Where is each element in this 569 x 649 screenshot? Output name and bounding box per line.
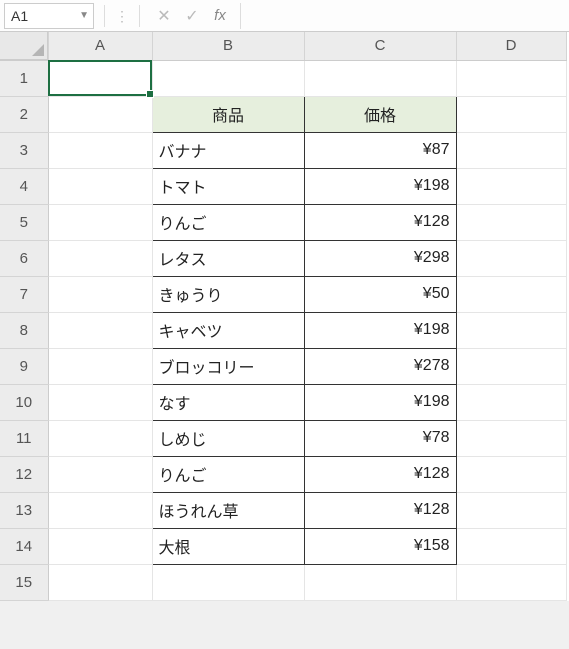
cell[interactable] <box>48 204 152 240</box>
cell[interactable] <box>48 240 152 276</box>
cell-C1[interactable] <box>304 60 456 96</box>
col-header-A[interactable]: A <box>48 32 152 60</box>
table-header-product[interactable]: 商品 <box>152 96 304 132</box>
cell-A1[interactable] <box>48 60 152 96</box>
formula-bar: A1 ▼ ⋮ ✕ ✓ fx <box>0 0 569 32</box>
separator <box>139 5 140 27</box>
cell[interactable] <box>48 420 152 456</box>
table-cell-product[interactable]: ブロッコリー <box>152 348 304 384</box>
row-header[interactable]: 14 <box>0 528 48 564</box>
cell-A2[interactable] <box>48 96 152 132</box>
row-header[interactable]: 4 <box>0 168 48 204</box>
table-header-price[interactable]: 価格 <box>304 96 456 132</box>
cell[interactable] <box>456 240 566 276</box>
separator <box>104 5 105 27</box>
row-header[interactable]: 9 <box>0 348 48 384</box>
table-cell-price[interactable]: ¥198 <box>304 168 456 204</box>
table-cell-price[interactable]: ¥198 <box>304 312 456 348</box>
table-cell-price[interactable]: ¥158 <box>304 528 456 564</box>
col-header-B[interactable]: B <box>152 32 304 60</box>
table-cell-price[interactable]: ¥87 <box>304 132 456 168</box>
row-header[interactable]: 8 <box>0 312 48 348</box>
table-cell-price[interactable]: ¥78 <box>304 420 456 456</box>
table-cell-price[interactable]: ¥278 <box>304 348 456 384</box>
fx-icon[interactable]: fx <box>206 7 234 24</box>
cell[interactable] <box>48 492 152 528</box>
table-cell-price[interactable]: ¥128 <box>304 204 456 240</box>
table-cell-product[interactable]: 大根 <box>152 528 304 564</box>
table-cell-product[interactable]: ほうれん草 <box>152 492 304 528</box>
cell[interactable] <box>48 132 152 168</box>
col-header-D[interactable]: D <box>456 32 566 60</box>
cell[interactable] <box>304 564 456 600</box>
table-cell-product[interactable]: りんご <box>152 204 304 240</box>
cell[interactable] <box>48 312 152 348</box>
chevron-down-icon[interactable]: ▼ <box>79 10 89 21</box>
table-cell-price[interactable]: ¥128 <box>304 492 456 528</box>
cell[interactable] <box>456 420 566 456</box>
cell-D1[interactable] <box>456 60 566 96</box>
cell[interactable] <box>48 168 152 204</box>
table-cell-product[interactable]: レタス <box>152 240 304 276</box>
cell-B1[interactable] <box>152 60 304 96</box>
cell[interactable] <box>456 312 566 348</box>
row-header[interactable]: 15 <box>0 564 48 600</box>
table-cell-price[interactable]: ¥298 <box>304 240 456 276</box>
confirm-icon: ✓ <box>178 6 206 26</box>
cell[interactable] <box>48 384 152 420</box>
row-header[interactable]: 2 <box>0 96 48 132</box>
col-header-C[interactable]: C <box>304 32 456 60</box>
cell[interactable] <box>456 276 566 312</box>
table-cell-product[interactable]: しめじ <box>152 420 304 456</box>
expand-dots-icon[interactable]: ⋮ <box>115 9 129 23</box>
table-cell-product[interactable]: バナナ <box>152 132 304 168</box>
row-header[interactable]: 12 <box>0 456 48 492</box>
cell[interactable] <box>48 564 152 600</box>
name-box-value: A1 <box>11 8 28 24</box>
row-header[interactable]: 11 <box>0 420 48 456</box>
cell[interactable] <box>152 564 304 600</box>
cell[interactable] <box>48 276 152 312</box>
select-all-corner[interactable] <box>0 32 48 60</box>
table-cell-product[interactable]: なす <box>152 384 304 420</box>
cell[interactable] <box>456 492 566 528</box>
table-cell-product[interactable]: きゅうり <box>152 276 304 312</box>
table-cell-product[interactable]: りんご <box>152 456 304 492</box>
row-header[interactable]: 1 <box>0 60 48 96</box>
grid-table: A B C D 1 2 商品 価格 3バナナ¥87 4トマト¥198 5りんご¥… <box>0 32 567 601</box>
row-header[interactable]: 13 <box>0 492 48 528</box>
table-cell-price[interactable]: ¥198 <box>304 384 456 420</box>
cell-D2[interactable] <box>456 96 566 132</box>
row-header[interactable]: 6 <box>0 240 48 276</box>
cell[interactable] <box>456 348 566 384</box>
table-cell-product[interactable]: キャベツ <box>152 312 304 348</box>
cell[interactable] <box>456 384 566 420</box>
cancel-icon: ✕ <box>150 6 178 26</box>
cell[interactable] <box>48 528 152 564</box>
cell[interactable] <box>456 564 566 600</box>
cell[interactable] <box>48 348 152 384</box>
cell[interactable] <box>456 132 566 168</box>
formula-input[interactable] <box>240 3 569 29</box>
row-header[interactable]: 7 <box>0 276 48 312</box>
table-cell-product[interactable]: トマト <box>152 168 304 204</box>
cell[interactable] <box>456 168 566 204</box>
name-box[interactable]: A1 ▼ <box>4 3 94 29</box>
cell[interactable] <box>456 204 566 240</box>
spreadsheet-grid[interactable]: A B C D 1 2 商品 価格 3バナナ¥87 4トマト¥198 5りんご¥… <box>0 32 569 601</box>
cell[interactable] <box>456 528 566 564</box>
cell[interactable] <box>48 456 152 492</box>
table-cell-price[interactable]: ¥128 <box>304 456 456 492</box>
cell[interactable] <box>456 456 566 492</box>
table-cell-price[interactable]: ¥50 <box>304 276 456 312</box>
row-header[interactable]: 10 <box>0 384 48 420</box>
row-header[interactable]: 3 <box>0 132 48 168</box>
row-header[interactable]: 5 <box>0 204 48 240</box>
